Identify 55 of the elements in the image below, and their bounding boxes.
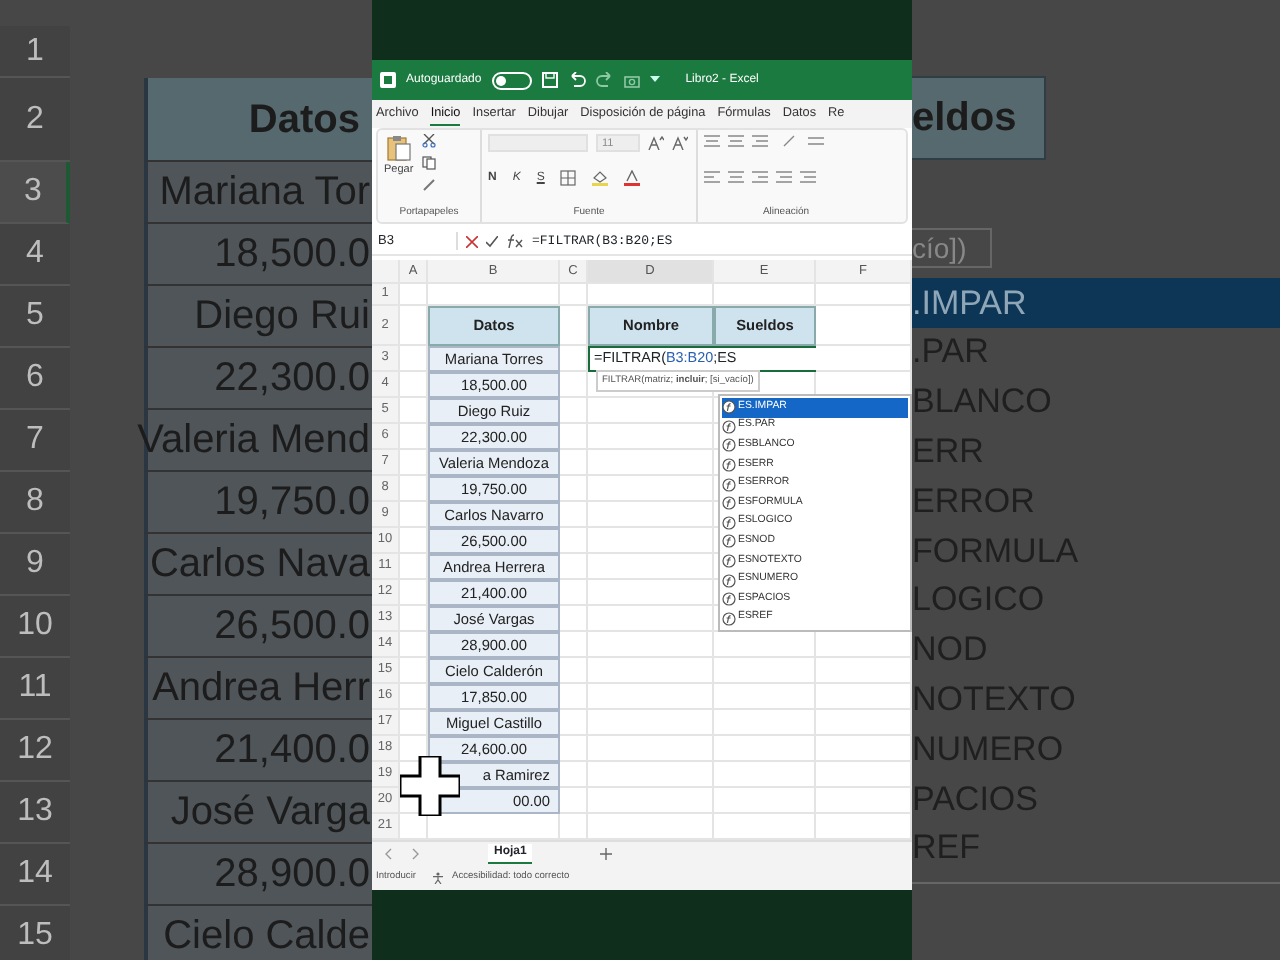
row-number: 13	[0, 782, 70, 844]
check-icon[interactable]	[486, 235, 498, 247]
table-cell: Mariana Tor	[144, 162, 372, 224]
undo-icon[interactable]	[567, 72, 586, 88]
row-number: 3	[0, 162, 70, 224]
row-number: 9	[0, 534, 70, 596]
row-number: 12	[0, 720, 70, 782]
dropdown-icon[interactable]	[649, 76, 660, 84]
cancel-icon[interactable]	[466, 235, 478, 247]
row-number: 4	[0, 224, 70, 286]
increase-font-icon[interactable]	[648, 136, 664, 150]
row-number: 7	[0, 410, 70, 472]
autosave-toggle[interactable]	[491, 71, 532, 89]
row-number: 5	[0, 286, 70, 348]
table-cell: 26,500.0	[144, 596, 372, 658]
cross-cursor-icon	[400, 756, 460, 816]
row-number: 10	[0, 596, 70, 658]
function-icon[interactable]	[506, 234, 524, 248]
select-all-corner[interactable]	[372, 260, 400, 284]
camera-icon[interactable]	[623, 73, 640, 87]
table-cell: Carlos Nava	[144, 534, 372, 596]
row-number: 2	[0, 78, 70, 162]
row-number: 14	[0, 844, 70, 906]
accessibility-icon[interactable]	[432, 871, 444, 883]
column-header: Datos	[144, 78, 372, 162]
table-cell: 18,500.0	[144, 224, 372, 286]
brush-icon[interactable]	[421, 178, 436, 192]
save-icon[interactable]	[541, 72, 558, 88]
row-number: 6	[0, 348, 70, 410]
table-cell: 21,400.0	[144, 720, 372, 782]
excel-logo-icon	[380, 72, 396, 88]
column-header: eldos	[912, 76, 1046, 160]
font-name-field[interactable]	[488, 134, 588, 152]
function-tooltip: cío])	[912, 228, 992, 268]
table-cell: José Varga	[144, 782, 372, 844]
table-cell: Diego Rui	[144, 286, 372, 348]
row-number: 15	[0, 906, 70, 960]
add-sheet-icon[interactable]	[600, 847, 613, 859]
table-cell: Andrea Herr	[144, 658, 372, 720]
redo-icon[interactable]	[595, 72, 614, 88]
borders-icon[interactable]	[560, 170, 577, 187]
font-color-icon[interactable]	[624, 170, 641, 187]
table-cell: Cielo Calde	[144, 906, 372, 960]
copy-icon[interactable]	[421, 156, 436, 170]
table-cell: 19,750.0	[144, 472, 372, 534]
scissors-icon[interactable]	[421, 134, 436, 148]
table-cell: 22,300.0	[144, 348, 372, 410]
table-cell: 28,900.0	[144, 844, 372, 906]
row-number: 11	[0, 658, 70, 720]
clipboard-icon	[385, 134, 412, 162]
decrease-font-icon[interactable]	[672, 136, 688, 150]
fill-color-icon[interactable]	[592, 170, 609, 187]
autocomplete-item: .IMPAR	[912, 278, 1280, 328]
row-number: 1	[0, 26, 70, 78]
row-number: 8	[0, 472, 70, 534]
